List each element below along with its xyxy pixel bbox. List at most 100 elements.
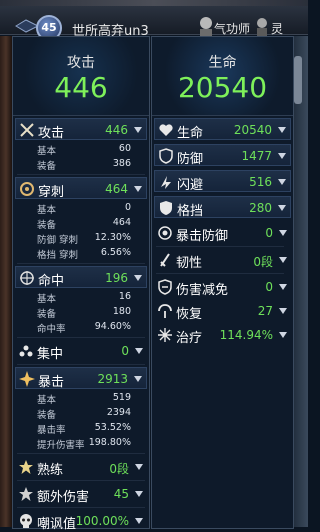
expand-arrow-icon[interactable]	[278, 179, 286, 185]
stat-row-pierce[interactable]: 穿刺 464	[15, 177, 147, 200]
divider	[17, 263, 145, 264]
sub-value: 94.60%	[94, 321, 131, 332]
expand-arrow-icon[interactable]	[279, 230, 287, 236]
sub-label: 基本	[37, 294, 57, 305]
left-frame-decoration	[0, 36, 12, 527]
sub-value: 2394	[106, 407, 131, 418]
stat-row-healing[interactable]: 治疗 114.94%	[154, 324, 291, 346]
target-icon	[20, 271, 34, 285]
sub-label: 装备	[37, 309, 57, 320]
pierce-icon	[20, 182, 34, 196]
expand-arrow-icon[interactable]	[278, 127, 286, 133]
crossed-swords-icon	[20, 123, 34, 137]
stat-label-crit: 暴击	[38, 375, 65, 390]
stat-row-attack[interactable]: 攻击 446	[15, 118, 147, 141]
damage-reduction-icon	[158, 279, 172, 295]
block-icon	[160, 201, 172, 215]
sub-value: 386	[112, 158, 131, 169]
sub-label: 基本	[37, 205, 57, 216]
stat-label-skill: 熟练	[37, 463, 64, 478]
divider	[17, 174, 145, 175]
expand-arrow-icon[interactable]	[134, 275, 142, 281]
divider	[156, 246, 284, 247]
scrollbar-track[interactable]	[292, 36, 308, 527]
stat-row-damage-reduction[interactable]: 伤害减免 0	[154, 276, 291, 298]
stat-row-hp[interactable]: 生命 20540	[154, 118, 291, 141]
sub-label: 暴击率	[37, 425, 66, 436]
stat-row-crit[interactable]: 暴击 2913	[15, 367, 147, 390]
character-portrait-icon	[200, 17, 212, 36]
expand-arrow-icon[interactable]	[135, 464, 143, 470]
stat-label-hit: 命中	[38, 274, 65, 289]
stat-row-block[interactable]: 格挡 280	[154, 196, 291, 219]
stat-value-crit: 2913	[97, 372, 128, 386]
hp-summary-value: 20540	[177, 71, 268, 104]
offense-panel: 攻击 446 攻击 446 基本 60 装备 386 穿刺 464 基本 0 装…	[12, 36, 150, 532]
expand-arrow-icon[interactable]	[135, 518, 143, 524]
expand-arrow-icon[interactable]	[134, 127, 142, 133]
stat-value-attack: 446	[105, 123, 128, 137]
stat-row-skill[interactable]: 熟练 0段	[15, 456, 147, 478]
stat-label-block: 格挡	[177, 204, 204, 219]
expand-arrow-icon[interactable]	[278, 205, 286, 211]
sub-value: 464	[112, 217, 131, 228]
recovery-icon	[158, 304, 172, 318]
stat-row-tenacity[interactable]: 韧性 0段	[154, 249, 291, 271]
hp-summary-label: 生命	[208, 55, 237, 71]
divider	[17, 480, 145, 481]
stat-label-mock: 嘲讽值	[37, 517, 77, 532]
heart-icon	[159, 124, 173, 136]
stat-row-defense[interactable]: 防御 1477	[154, 144, 291, 167]
title-bar: 45 世所高弃un3 气功师 灵	[0, 6, 308, 41]
tenacity-icon	[160, 253, 170, 267]
expand-arrow-icon[interactable]	[279, 332, 287, 338]
stat-row-recovery[interactable]: 恢复 27	[154, 300, 291, 322]
dodge-icon	[161, 176, 171, 189]
stat-value-recovery: 27	[257, 304, 273, 318]
sub-value: 12.30%	[94, 232, 131, 243]
stat-row-hit[interactable]: 命中 196	[15, 266, 147, 289]
stat-row-mock[interactable]: 嘲讽值 100.00%	[15, 510, 147, 532]
stat-label-tenacity: 韧性	[176, 256, 203, 271]
spirit-portrait-icon	[257, 18, 267, 36]
defense-panel: 生命 20540 生命 20540 防御 1477 闪避 516 格挡 280	[151, 36, 294, 529]
sub-value: 16	[118, 291, 131, 302]
sub-label: 装备	[37, 161, 57, 172]
stat-value-focus: 0	[121, 344, 129, 358]
sub-value: 198.80%	[88, 437, 131, 448]
expand-arrow-icon[interactable]	[135, 348, 143, 354]
focus-icon	[19, 345, 33, 357]
stat-row-dodge[interactable]: 闪避 516	[154, 170, 291, 193]
sub-label: 格挡 穿刺	[37, 250, 79, 261]
sub-label: 基本	[37, 395, 57, 406]
expand-arrow-icon[interactable]	[279, 257, 287, 263]
stat-value-extra-damage: 45	[113, 487, 129, 501]
stat-label-damage-reduction: 伤害减免	[176, 283, 229, 298]
sub-value: 53.52%	[94, 422, 131, 433]
stat-row-focus[interactable]: 集中 0	[15, 340, 147, 362]
expand-arrow-icon[interactable]	[134, 186, 142, 192]
expand-arrow-icon[interactable]	[134, 376, 142, 382]
healing-icon	[158, 328, 172, 342]
attack-summary-value: 446	[54, 71, 108, 104]
stat-value-hp: 20540	[233, 123, 272, 137]
stat-row-crit-defense[interactable]: 暴击防御 0	[154, 222, 291, 244]
sub-label: 命中率	[37, 324, 66, 335]
expand-arrow-icon[interactable]	[279, 284, 287, 290]
expand-arrow-icon[interactable]	[135, 491, 143, 497]
sub-value: 6.56%	[100, 247, 131, 258]
stat-value-dodge: 516	[249, 175, 272, 189]
stat-value-pierce: 464	[105, 182, 128, 196]
sub-value: 180	[112, 306, 131, 317]
stat-value-tenacity: 0段	[253, 255, 273, 269]
divider	[156, 273, 284, 274]
crit-defense-icon	[158, 226, 172, 240]
sub-label: 防御 穿刺	[37, 235, 79, 246]
scrollbar-thumb[interactable]	[294, 56, 302, 104]
expand-arrow-icon[interactable]	[278, 153, 286, 159]
attack-summary: 攻击 446	[13, 37, 149, 116]
expand-arrow-icon[interactable]	[279, 308, 287, 314]
stat-value-mock: 100.00%	[75, 514, 129, 528]
sub-value: 60	[118, 143, 131, 154]
stat-row-extra-damage[interactable]: 额外伤害 45	[15, 483, 147, 505]
